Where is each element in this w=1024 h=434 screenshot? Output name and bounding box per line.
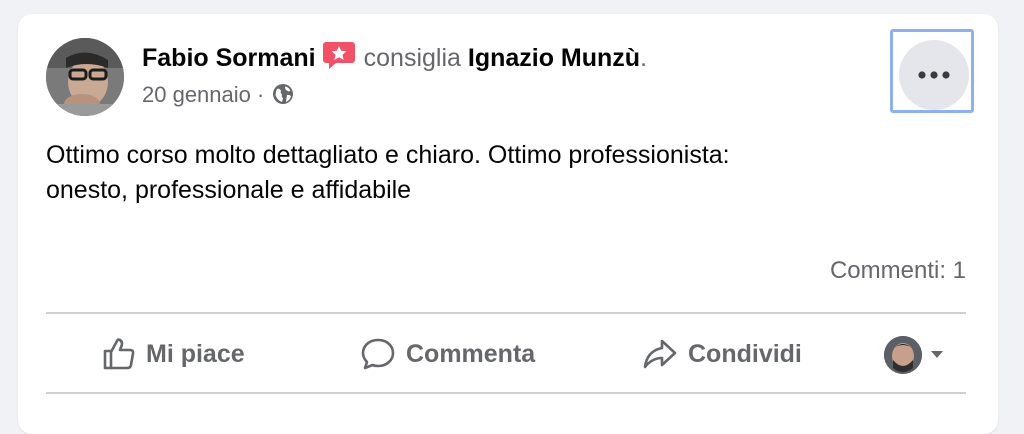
like-button[interactable]: Mi piace <box>102 332 245 376</box>
post-body: Ottimo corso molto dettagliato e chiaro.… <box>46 138 946 208</box>
comments-count[interactable]: Commenti: 1 <box>830 256 966 286</box>
more-options-button[interactable] <box>899 40 969 110</box>
actions-divider-top <box>46 312 966 314</box>
post-meta: 20 gennaio · <box>142 80 294 113</box>
post-date[interactable]: 20 gennaio <box>142 82 251 107</box>
trailing-period: . <box>640 44 648 72</box>
author-name[interactable]: Fabio Sormani <box>142 44 316 72</box>
post-header: Fabio Sormani consiglia Ignazio Munzù. <box>142 40 647 79</box>
viewer-photo <box>884 336 922 374</box>
share-arrow-icon <box>643 339 677 369</box>
share-button[interactable]: Condividi <box>642 332 802 376</box>
caret-down-icon <box>931 351 943 358</box>
comment-button[interactable]: Commenta <box>360 332 535 376</box>
meta-separator: · <box>257 82 265 107</box>
comment-bubble-icon <box>361 338 395 370</box>
author-photo <box>46 38 124 116</box>
viewer-identity-switcher[interactable] <box>884 336 944 374</box>
recommend-badge-icon <box>322 40 356 79</box>
focus-ring <box>890 29 974 113</box>
post-text-line: Ottimo corso molto dettagliato e chiaro.… <box>46 141 730 169</box>
post-card: Fabio Sormani consiglia Ignazio Munzù. 20… <box>18 14 998 434</box>
comment-label: Commenta <box>406 339 536 368</box>
author-avatar[interactable] <box>46 38 124 116</box>
actions-divider-bottom <box>46 392 966 394</box>
recommended-page-name[interactable]: Ignazio Munzù <box>468 44 640 72</box>
like-label: Mi piace <box>146 339 245 368</box>
thumbs-up-icon <box>103 338 135 370</box>
viewer-avatar <box>884 336 922 374</box>
recommends-text: consiglia <box>363 44 461 72</box>
globe-icon[interactable] <box>272 83 294 113</box>
post-text-line: onesto, professionale e affidabile <box>46 176 412 204</box>
share-label: Condividi <box>688 339 802 368</box>
more-options-icon <box>918 71 950 79</box>
